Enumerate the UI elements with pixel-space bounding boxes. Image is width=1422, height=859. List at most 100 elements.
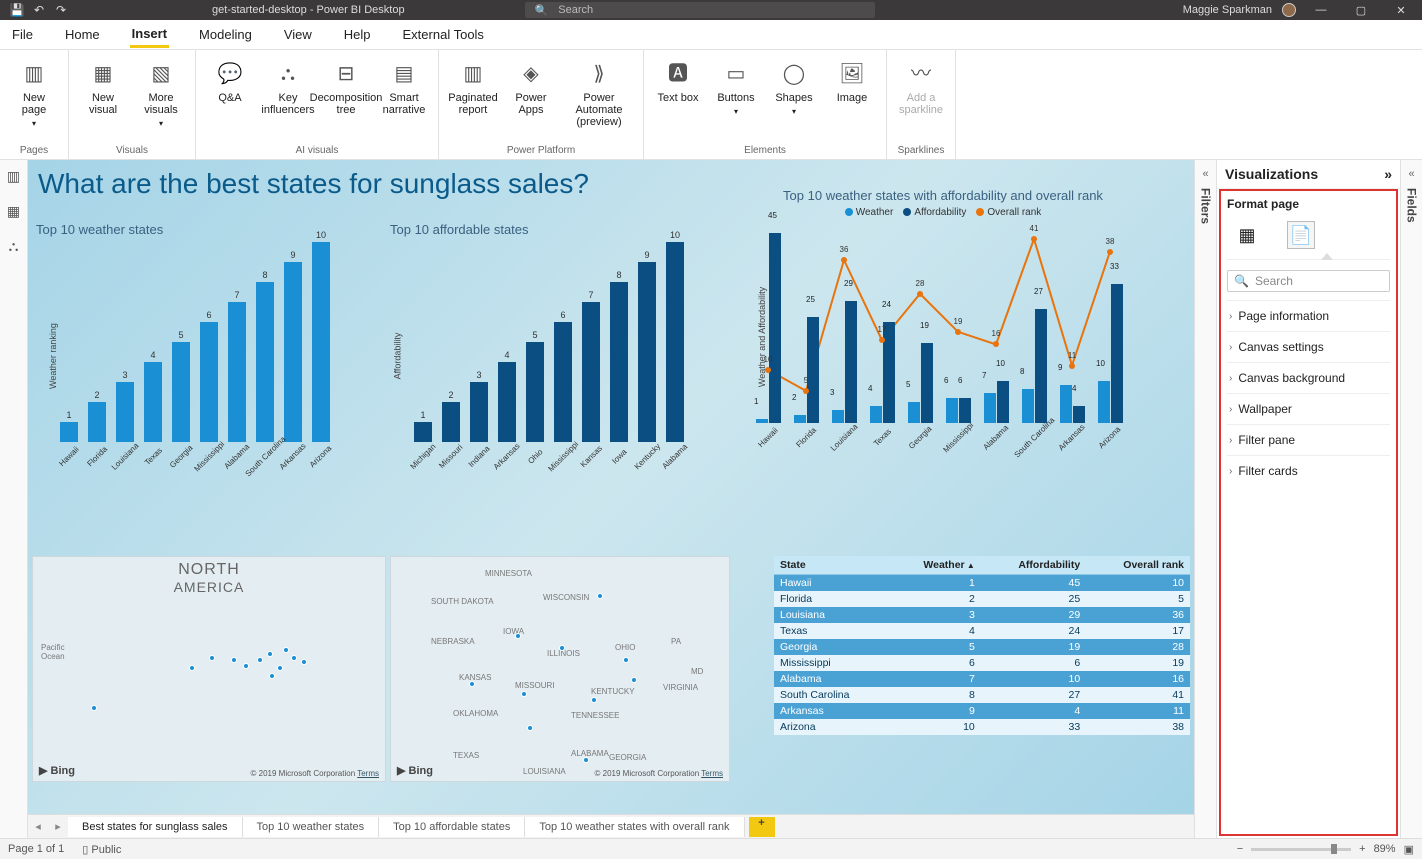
search-icon: 🔍 <box>535 4 549 17</box>
zoom-pct[interactable]: 89% <box>1374 843 1396 855</box>
data-view-icon[interactable]: ▦ <box>7 203 20 220</box>
map1-terms-link[interactable]: Terms <box>357 769 379 778</box>
table-row[interactable]: Alabama71016 <box>774 671 1190 687</box>
tab-prev[interactable]: ◂ <box>28 820 48 833</box>
table-row[interactable]: South Carolina82741 <box>774 687 1190 703</box>
textbox-button[interactable]: 🅰Text box <box>652 58 704 106</box>
chart-weather-states[interactable]: Top 10 weather states Weather ranking 1H… <box>36 222 376 461</box>
format-search[interactable]: 🔍 Search <box>1227 270 1390 292</box>
chart-affordable-states[interactable]: Top 10 affordable states Affordability 1… <box>390 222 730 461</box>
th-state[interactable]: State <box>774 556 890 575</box>
save-icon[interactable]: 💾 <box>6 3 28 17</box>
tab-external[interactable]: External Tools <box>401 23 486 46</box>
tab-file[interactable]: File <box>10 23 35 46</box>
map-north-america[interactable]: NORTH AMERICA Pacific Ocean ▶ Bing © 201… <box>32 556 386 782</box>
window-title: get-started-desktop - Power BI Desktop <box>212 4 405 16</box>
table-row[interactable]: Louisiana32936 <box>774 607 1190 623</box>
report-view-icon[interactable]: ▥ <box>7 168 20 185</box>
powerapps-icon: ◈ <box>517 60 545 88</box>
tab-home[interactable]: Home <box>63 23 102 46</box>
page-tab-4[interactable]: Top 10 weather states with overall rank <box>525 817 744 837</box>
avatar[interactable] <box>1282 3 1296 17</box>
tab-view[interactable]: View <box>282 23 314 46</box>
zoom-slider[interactable] <box>1251 848 1351 851</box>
chevron-right-icon: › <box>1229 342 1232 353</box>
section-wallpaper[interactable]: ›Wallpaper <box>1227 393 1390 424</box>
filters-pane-collapsed[interactable]: « Filters <box>1194 160 1216 838</box>
model-view-icon[interactable]: ⛬ <box>9 238 19 255</box>
zoom-in[interactable]: + <box>1359 843 1365 855</box>
format-page-tab[interactable]: 📄 <box>1287 221 1315 249</box>
table-row[interactable]: Florida2255 <box>774 591 1190 607</box>
close-button[interactable]: ✕ <box>1386 4 1416 17</box>
smart-narrative-button[interactable]: ▤Smart narrative <box>378 58 430 118</box>
report-icon: ▥ <box>459 60 487 88</box>
section-page-information[interactable]: ›Page information <box>1227 300 1390 331</box>
viz-header: Visualizations <box>1225 166 1318 182</box>
textbox-icon: 🅰 <box>664 60 692 88</box>
build-visual-tab[interactable]: ▦ <box>1233 221 1261 249</box>
section-filter-pane[interactable]: ›Filter pane <box>1227 424 1390 455</box>
tab-next[interactable]: ▸ <box>48 820 68 833</box>
search-placeholder: Search <box>558 4 593 16</box>
table-row[interactable]: Texas42417 <box>774 623 1190 639</box>
th-afford[interactable]: Affordability <box>981 556 1086 575</box>
table-row[interactable]: Arizona103338 <box>774 719 1190 735</box>
section-filter-cards[interactable]: ›Filter cards <box>1227 455 1390 486</box>
section-canvas-background[interactable]: ›Canvas background <box>1227 362 1390 393</box>
expand-filters-icon[interactable]: « <box>1202 168 1208 180</box>
automate-icon: ⟫ <box>585 60 613 88</box>
buttons-button[interactable]: ▭Buttons▾ <box>710 58 762 119</box>
tab-help[interactable]: Help <box>342 23 373 46</box>
page-title: What are the best states for sunglass sa… <box>38 168 589 200</box>
power-automate-button[interactable]: ⟫Power Automate (preview) <box>563 58 635 130</box>
page-tab-3[interactable]: Top 10 affordable states <box>379 817 525 837</box>
map2-terms-link[interactable]: Terms <box>701 769 723 778</box>
tab-insert[interactable]: Insert <box>130 22 169 48</box>
chart-plus-icon: ▧ <box>147 60 175 88</box>
data-table[interactable]: State Weather Affordability Overall rank… <box>774 556 1190 735</box>
collapse-viz-icon[interactable]: » <box>1384 166 1392 182</box>
map-usa[interactable]: MINNESOTA WISCONSIN SOUTH DAKOTA IOWA NE… <box>390 556 730 782</box>
speech-icon: 💬 <box>216 60 244 88</box>
table-row[interactable]: Hawaii14510 <box>774 575 1190 592</box>
th-overall[interactable]: Overall rank <box>1086 556 1190 575</box>
sensitivity-label[interactable]: ▯ Public <box>82 843 121 856</box>
group-ai: AI visuals <box>296 142 339 159</box>
global-search[interactable]: 🔍 Search <box>525 2 875 18</box>
maximize-button[interactable]: ▢ <box>1346 4 1376 17</box>
chart-combo[interactable]: Top 10 weather states with affordability… <box>728 188 1158 442</box>
fit-page-icon[interactable]: ▣ <box>1404 843 1414 856</box>
key-influencers-button[interactable]: ⛬Key influencers <box>262 58 314 118</box>
report-canvas[interactable]: What are the best states for sunglass sa… <box>28 160 1194 814</box>
shapes-button[interactable]: ◯Shapes▾ <box>768 58 820 119</box>
new-page-button[interactable]: ▥New page▾ <box>8 58 60 131</box>
zoom-out[interactable]: − <box>1237 843 1243 855</box>
expand-fields-icon[interactable]: « <box>1408 168 1414 180</box>
page-tab-1[interactable]: Best states for sunglass sales <box>68 817 243 837</box>
shapes-icon: ◯ <box>780 60 808 88</box>
page-tab-2[interactable]: Top 10 weather states <box>243 817 380 837</box>
section-canvas-settings[interactable]: ›Canvas settings <box>1227 331 1390 362</box>
paginated-report-button[interactable]: ▥Paginated report <box>447 58 499 118</box>
table-row[interactable]: Mississippi6619 <box>774 655 1190 671</box>
user-name[interactable]: Maggie Sparkman <box>1183 4 1272 16</box>
minimize-button[interactable]: — <box>1306 4 1336 16</box>
qna-button[interactable]: 💬Q&A <box>204 58 256 106</box>
th-weather[interactable]: Weather <box>890 556 980 575</box>
table-row[interactable]: Arkansas9411 <box>774 703 1190 719</box>
image-button[interactable]: 🖼Image <box>826 58 878 106</box>
decomposition-button[interactable]: ⊟Decomposition tree <box>320 58 372 118</box>
chart2-ylabel: Affordability <box>392 333 402 380</box>
table-row[interactable]: Georgia51928 <box>774 639 1190 655</box>
fields-pane-collapsed[interactable]: « Fields <box>1400 160 1422 838</box>
power-apps-button[interactable]: ◈Power Apps <box>505 58 557 118</box>
format-page-panel: Format page ▦ 📄 🔍 Search ›Page informati… <box>1219 189 1398 836</box>
undo-icon[interactable]: ↶ <box>28 3 50 17</box>
add-page-button[interactable]: + <box>749 817 775 837</box>
redo-icon[interactable]: ↷ <box>50 3 72 17</box>
new-visual-button[interactable]: ▦New visual <box>77 58 129 118</box>
tab-modeling[interactable]: Modeling <box>197 23 254 46</box>
chevron-right-icon: › <box>1229 311 1232 322</box>
more-visuals-button[interactable]: ▧More visuals▾ <box>135 58 187 131</box>
